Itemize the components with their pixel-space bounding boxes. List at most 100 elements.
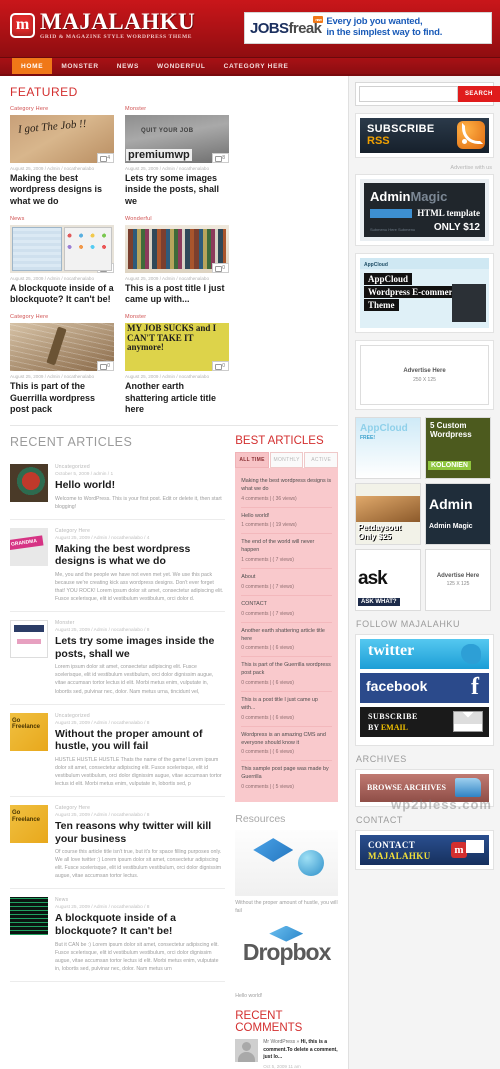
best-article-title[interactable]: Making the best wordpress designs is wha… — [241, 478, 332, 494]
featured-category[interactable]: News — [10, 216, 114, 222]
featured-thumbnail[interactable]: 4 — [10, 115, 114, 163]
resource-caption[interactable]: Without the proper amount of hustle, you… — [235, 900, 338, 916]
featured-title[interactable]: This is part of the Guerrilla wordpress … — [10, 381, 114, 415]
article-category[interactable]: News — [55, 897, 225, 903]
resource-thumbnail[interactable] — [235, 830, 338, 897]
article-title[interactable]: A blockquote inside of a blockquote? It … — [55, 912, 225, 937]
best-article-item[interactable]: Hello world! 1 comments | ( 19 views) — [241, 508, 332, 535]
article-thumbnail[interactable] — [10, 464, 48, 502]
ad-petdaysout[interactable] — [355, 483, 421, 545]
article-thumbnail[interactable] — [10, 897, 48, 936]
article-row[interactable]: Category Here August 25, 2009 / Admin / … — [10, 797, 226, 890]
twitter-button[interactable] — [360, 639, 489, 669]
nav-item-category-here[interactable]: CATEGORY HERE — [215, 58, 298, 74]
best-article-title[interactable]: Another earth shattering article title h… — [241, 628, 332, 644]
search-form[interactable]: SEARCH — [355, 82, 500, 106]
article-row[interactable]: Monster August 25, 2009 / Admin / nocath… — [10, 612, 226, 705]
nav-item-wonderful[interactable]: WONDERFUL — [148, 58, 215, 74]
featured-card[interactable]: Monster 8 August 25, 2009 / Admin / noca… — [125, 106, 229, 207]
featured-title[interactable]: A blockquote inside of a blockquote? It … — [10, 283, 114, 306]
featured-title[interactable]: Another earth shattering article title h… — [125, 381, 229, 415]
tab-active[interactable]: ACTIVE — [304, 452, 339, 468]
best-article-item[interactable]: Another earth shattering article title h… — [241, 623, 332, 658]
main-nav[interactable]: HOME MONSTER NEWS WONDERFUL CATEGORY HER… — [0, 58, 500, 76]
ad-5-custom-wordpress[interactable] — [425, 417, 491, 479]
featured-thumbnail[interactable]: 8 — [125, 115, 229, 163]
featured-title[interactable]: Making the best wordpress designs is wha… — [10, 173, 114, 207]
ad-ask-what[interactable] — [355, 549, 421, 611]
search-button[interactable]: SEARCH — [458, 86, 500, 102]
best-articles-tabs[interactable]: ALL TIME MONTHLY ACTIVE — [235, 452, 339, 468]
facebook-button[interactable] — [360, 673, 489, 703]
article-title[interactable]: Lets try some images inside the posts, s… — [55, 635, 225, 660]
subscribe-email-button[interactable]: SUBSCRIBE BY EMAIL — [360, 707, 489, 737]
appcloud-ad[interactable]: AppCloud AppCloud Wordpress E-commerce T… — [360, 258, 489, 328]
rss-ad-box[interactable]: SUBSCRIBE RSS — [355, 113, 494, 158]
best-article-item[interactable]: The end of the world will never happen 1… — [241, 534, 332, 570]
article-category[interactable]: Uncategorized — [55, 713, 225, 719]
advertise-box-1[interactable]: Advertise Here 250 X 125 — [355, 340, 494, 410]
best-article-title[interactable]: The end of the world will never happen — [241, 539, 332, 555]
ad-admin-magic[interactable] — [425, 483, 491, 545]
resource-caption[interactable]: Hello world! — [235, 993, 338, 1001]
featured-category[interactable]: Monster — [125, 106, 229, 112]
article-category[interactable]: Uncategorized — [55, 464, 225, 470]
best-article-item[interactable]: About 0 comments | ( 7 views) — [241, 569, 332, 596]
best-article-title[interactable]: Hello world! — [241, 513, 332, 521]
best-article-title[interactable]: This sample post page was made by Guerri… — [241, 766, 332, 782]
best-article-item[interactable]: CONTACT 0 comments | ( 7 views) — [241, 596, 332, 623]
admin-magic-ad[interactable]: AdminMagic HTML template Submenu Here Su… — [360, 179, 489, 241]
featured-thumbnail[interactable]: 0 — [125, 323, 229, 372]
recent-comment-item[interactable]: Mr WordPress » Hi, this is a comment.To … — [235, 1039, 338, 1069]
best-article-title[interactable]: About — [241, 574, 332, 582]
nav-item-home[interactable]: HOME — [12, 58, 53, 74]
featured-category[interactable]: Monster — [125, 314, 229, 320]
article-category[interactable]: Monster — [55, 620, 225, 626]
article-title[interactable]: Ten reasons why twitter will kill your b… — [55, 820, 225, 845]
best-article-item[interactable]: This is a post title I just came up with… — [241, 692, 332, 727]
best-article-item[interactable]: This is part of the Guerrilla wordpress … — [241, 657, 332, 693]
appcloud-ad-box[interactable]: AppCloud AppCloud Wordpress E-commerce T… — [355, 253, 494, 333]
best-article-title[interactable]: This is part of the Guerrilla wordpress … — [241, 662, 332, 678]
article-category[interactable]: Category Here — [55, 805, 225, 811]
contact-button[interactable]: CONTACT MAJALAHKU m — [360, 835, 489, 865]
subscribe-rss-ad[interactable]: SUBSCRIBE RSS — [360, 118, 489, 153]
featured-title[interactable]: Lets try some images inside the posts, s… — [125, 173, 229, 207]
best-article-title[interactable]: This is a post title I just came up with… — [241, 697, 332, 713]
tab-monthly[interactable]: MONTHLY — [269, 452, 304, 468]
article-thumbnail[interactable] — [10, 620, 48, 659]
article-category[interactable]: Category Here — [55, 528, 225, 534]
nav-item-monster[interactable]: MONSTER — [52, 58, 107, 74]
nav-item-news[interactable]: NEWS — [108, 58, 148, 74]
featured-thumbnail[interactable]: 0 — [10, 224, 114, 273]
admin-magic-ad-box[interactable]: AdminMagic HTML template Submenu Here Su… — [355, 174, 494, 246]
best-article-item[interactable]: This sample post page was made by Guerri… — [241, 761, 332, 795]
article-title[interactable]: Making the best wordpress designs is wha… — [55, 543, 225, 568]
article-row[interactable]: Uncategorized October 5, 2009 / admin / … — [10, 456, 226, 520]
article-title[interactable]: Without the proper amount of hustle, you… — [55, 728, 225, 753]
featured-card[interactable]: Monster 0 August 25, 2009 / Admin / noca… — [125, 314, 229, 415]
resource-thumbnail-dropbox[interactable] — [235, 922, 338, 989]
advertise-box-2[interactable]: Advertise Here 125 X 125 — [425, 549, 491, 611]
best-article-item[interactable]: Wordpress is an amazing CMS and everyone… — [241, 727, 332, 762]
article-title[interactable]: Hello world! — [55, 479, 225, 492]
comment-author[interactable]: Mr WordPress — [263, 1039, 295, 1045]
featured-card[interactable]: Category Here 0 August 25, 2009 / Admin … — [10, 314, 114, 415]
best-article-item[interactable]: Making the best wordpress designs is wha… — [241, 473, 332, 508]
search-input[interactable] — [359, 86, 458, 102]
featured-category[interactable]: Category Here — [10, 106, 114, 112]
featured-thumbnail[interactable]: 0 — [10, 323, 114, 372]
best-article-title[interactable]: Wordpress is an amazing CMS and everyone… — [241, 732, 332, 748]
featured-card[interactable]: Category Here 4 August 25, 2009 / Admin … — [10, 106, 114, 207]
article-thumbnail[interactable] — [10, 527, 48, 566]
article-thumbnail[interactable] — [10, 805, 48, 844]
featured-title[interactable]: This is a post title I just came up with… — [125, 283, 229, 306]
featured-card[interactable]: News 0 August 25, 2009 / Admin / nocathe… — [10, 216, 114, 306]
ad-appcloud-free[interactable] — [355, 417, 421, 479]
site-logo[interactable]: m MAJALAHKU GRID & MAGAZINE STYLE WORDPR… — [10, 10, 195, 41]
article-row[interactable]: Uncategorized August 25, 2009 / Admin / … — [10, 705, 226, 798]
featured-thumbnail[interactable]: 0 — [125, 224, 229, 273]
featured-card[interactable]: Wonderful 0 August 25, 2009 / Admin / no… — [125, 216, 229, 306]
tab-all-time[interactable]: ALL TIME — [235, 452, 269, 468]
advertise-placeholder[interactable]: Advertise Here 250 X 125 — [360, 345, 489, 405]
